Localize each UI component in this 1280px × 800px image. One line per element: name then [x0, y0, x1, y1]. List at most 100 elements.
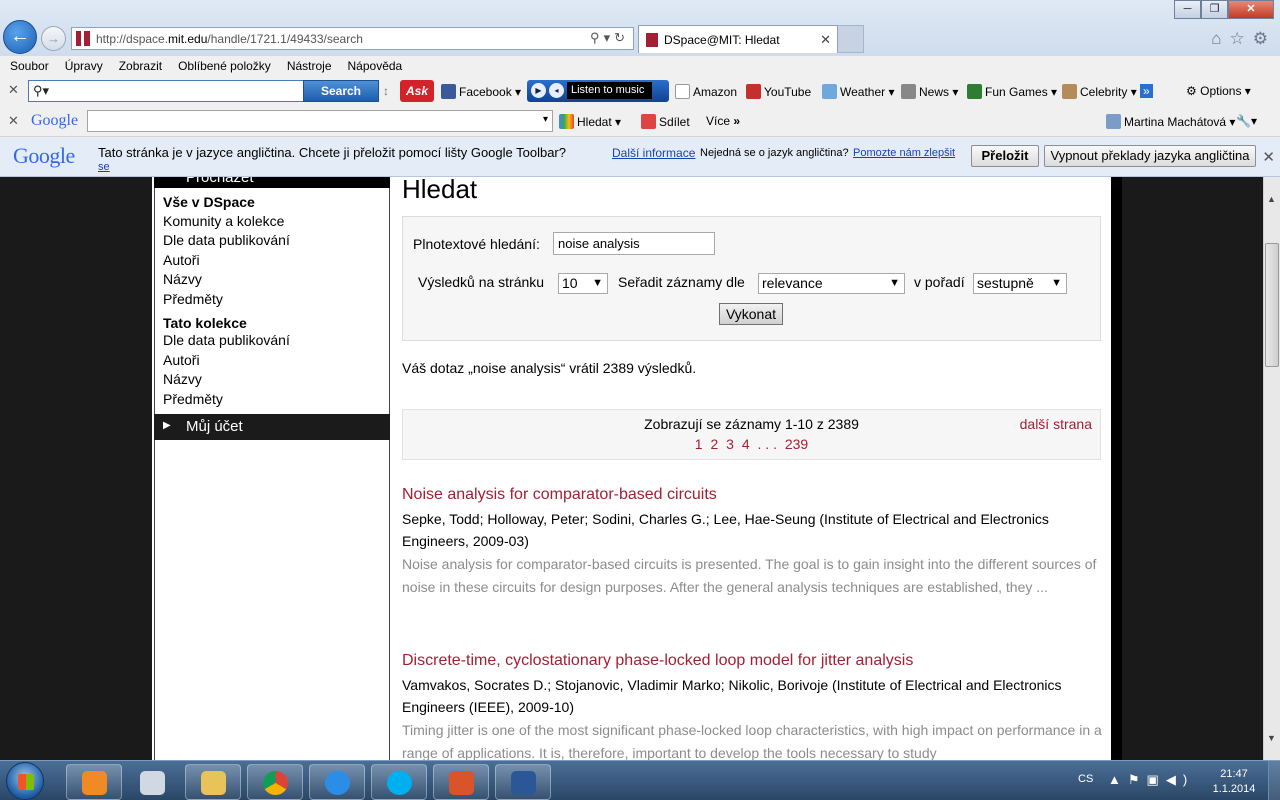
search-icon[interactable]: ⚲	[590, 30, 604, 45]
start-button[interactable]	[6, 762, 44, 800]
menu-upravy[interactable]: Úpravy	[65, 56, 111, 76]
taskbar-word[interactable]	[495, 764, 551, 800]
menu-soubor[interactable]: Soubor	[10, 56, 57, 76]
google-search-button[interactable]: Hledat ▾	[559, 114, 621, 129]
page-link-4[interactable]: 4	[742, 436, 750, 452]
network-icon[interactable]: ▣	[1147, 772, 1166, 787]
sidebar-item-subjects[interactable]: Předměty	[163, 291, 223, 307]
result-title-link[interactable]: Noise analysis for comparator-based circ…	[402, 486, 1102, 504]
sidebar-item-coll-subjects[interactable]: Předměty	[163, 391, 223, 407]
restore-button[interactable]: ❐	[1201, 0, 1228, 19]
more-chevron-icon[interactable]: »	[1140, 84, 1153, 98]
settings-gear-icon[interactable]: ⚙	[1253, 29, 1276, 48]
sidebar-item-coll-by-date[interactable]: Dle data publikování	[163, 332, 290, 348]
sidebar-item-authors[interactable]: Autoři	[163, 252, 200, 268]
disable-translation-button[interactable]: Vypnout překlady jazyka angličtina	[1044, 145, 1256, 167]
sort-by-select[interactable]: relevance ▼	[758, 273, 905, 294]
volume-icon[interactable]: ◂	[549, 83, 564, 98]
wrench-icon[interactable]: 🔧▾	[1236, 114, 1257, 128]
address-tools[interactable]: ⚲▾↻	[590, 30, 629, 46]
tab-close-icon[interactable]: ✕	[820, 32, 831, 48]
menu-napoveda[interactable]: Nápověda	[348, 56, 411, 76]
close-translate-bar-icon[interactable]: ✕	[1262, 148, 1275, 166]
result-abstract: Noise analysis for comparator-based circ…	[402, 556, 1097, 595]
more-info-link[interactable]: Další informace	[612, 146, 695, 160]
forward-button[interactable]: →	[41, 26, 66, 51]
page-link-1[interactable]: 1	[695, 436, 703, 452]
close-google-toolbar-icon[interactable]: ✕	[8, 113, 19, 129]
taskbar-internet-explorer[interactable]	[309, 764, 365, 800]
language-indicator[interactable]: CS	[1078, 773, 1093, 785]
next-page-link[interactable]: další strana	[1020, 416, 1092, 432]
fulltext-search-input[interactable]	[553, 232, 715, 255]
ask-search-input[interactable]: ⚲▾	[28, 80, 304, 102]
my-account-bar[interactable]: ▶ Můj účet	[154, 414, 390, 440]
scroll-up-icon[interactable]: ▲	[1267, 194, 1276, 204]
close-toolbar-icon[interactable]: ✕	[8, 82, 19, 98]
clock[interactable]: 21:47 1.1.2014	[1206, 767, 1262, 797]
minimize-button[interactable]: ─	[1174, 0, 1201, 19]
menu-oblibene[interactable]: Oblíbené položky	[178, 56, 279, 76]
user-account-button[interactable]: Martina Machátová ▾	[1106, 114, 1235, 129]
ask-search-button[interactable]: Search	[303, 80, 379, 102]
fun-games-button[interactable]: Fun Games ▾	[967, 84, 1057, 99]
taskbar-media-player[interactable]	[66, 764, 122, 800]
refresh-icon[interactable]: ↻	[614, 30, 629, 45]
taskbar-chrome[interactable]	[247, 764, 303, 800]
menu-zobrazit[interactable]: Zobrazit	[119, 56, 170, 76]
google-search-input[interactable]: ▾	[87, 110, 553, 132]
dropdown-icon[interactable]: ▾	[543, 114, 548, 125]
sidebar-item-coll-titles[interactable]: Názvy	[163, 371, 202, 387]
taskbar-app-7[interactable]	[433, 764, 489, 800]
home-icon[interactable]: ⌂	[1211, 29, 1229, 48]
sidebar-item-communities[interactable]: Komunity a kolekce	[163, 213, 284, 229]
page-link-last[interactable]: 239	[785, 436, 808, 452]
weather-button[interactable]: Weather ▾	[822, 84, 895, 99]
flag-icon[interactable]: ⚑	[1128, 772, 1147, 787]
scrollbar-thumb[interactable]	[1265, 243, 1279, 367]
sidebar-item-titles[interactable]: Názvy	[163, 271, 202, 287]
tray-expand-icon[interactable]: ▲	[1108, 772, 1128, 787]
menu-nastroje[interactable]: Nástroje	[287, 56, 340, 76]
per-page-select[interactable]: 10 ▼	[558, 273, 608, 294]
listen-to-music-widget[interactable]: ▶ ◂ Listen to music	[527, 80, 669, 102]
volume-icon[interactable]: ◀)	[1166, 772, 1194, 787]
google-logo[interactable]: Google	[31, 112, 78, 130]
youtube-button[interactable]: YouTube	[746, 84, 811, 99]
help-improve-link[interactable]: Pomozte nám zlepšit	[853, 147, 955, 159]
page-link-2[interactable]: 2	[710, 436, 718, 452]
page-link-3[interactable]: 3	[726, 436, 734, 452]
ask-logo[interactable]: Ask	[400, 80, 434, 102]
help-improve-link-cont[interactable]: se	[98, 161, 110, 173]
taskbar-explorer[interactable]	[185, 764, 241, 800]
vertical-scrollbar[interactable]: ▲ ▼	[1263, 177, 1280, 760]
sidebar-item-by-date[interactable]: Dle data publikování	[163, 232, 290, 248]
new-tab-button[interactable]	[838, 25, 864, 53]
play-icon[interactable]: ▶	[531, 83, 546, 98]
dropdown-icon[interactable]: ▾	[604, 30, 615, 45]
facebook-button[interactable]: Facebook ▾	[441, 84, 521, 99]
taskbar-app-2[interactable]	[124, 764, 180, 800]
result-title-link[interactable]: Discrete-time, cyclostationary phase-loc…	[402, 652, 1102, 670]
toolbar-grip-icon[interactable]: ↕	[383, 84, 389, 98]
address-url[interactable]: http://dspace.mit.edu/handle/1721.1/4943…	[96, 32, 363, 46]
celebrity-button[interactable]: Celebrity ▾	[1062, 84, 1137, 99]
favorites-star-icon[interactable]: ☆	[1230, 29, 1253, 48]
options-button[interactable]: ⚙ Options ▾	[1186, 84, 1251, 98]
more-button[interactable]: Více »	[706, 114, 740, 128]
close-window-button[interactable]: ✕	[1228, 0, 1274, 19]
address-bar[interactable]: http://dspace.mit.edu/handle/1721.1/4943…	[71, 27, 634, 50]
back-button[interactable]: ←	[3, 20, 37, 54]
translate-button[interactable]: Přeložit	[971, 145, 1039, 167]
share-button[interactable]: Sdílet	[641, 114, 690, 129]
amazon-button[interactable]: Amazon	[675, 84, 737, 99]
sidebar-item-coll-authors[interactable]: Autoři	[163, 352, 200, 368]
submit-search-button[interactable]: Vykonat	[719, 303, 783, 325]
taskbar-skype[interactable]	[371, 764, 427, 800]
chevron-down-icon: ▼	[889, 277, 900, 289]
show-desktop-button[interactable]	[1268, 761, 1280, 800]
order-select[interactable]: sestupně ▼	[973, 273, 1067, 294]
scroll-down-icon[interactable]: ▼	[1267, 733, 1276, 743]
browser-tab[interactable]: DSpace@MIT: Hledat ✕	[638, 25, 838, 53]
news-button[interactable]: News ▾	[901, 84, 958, 99]
